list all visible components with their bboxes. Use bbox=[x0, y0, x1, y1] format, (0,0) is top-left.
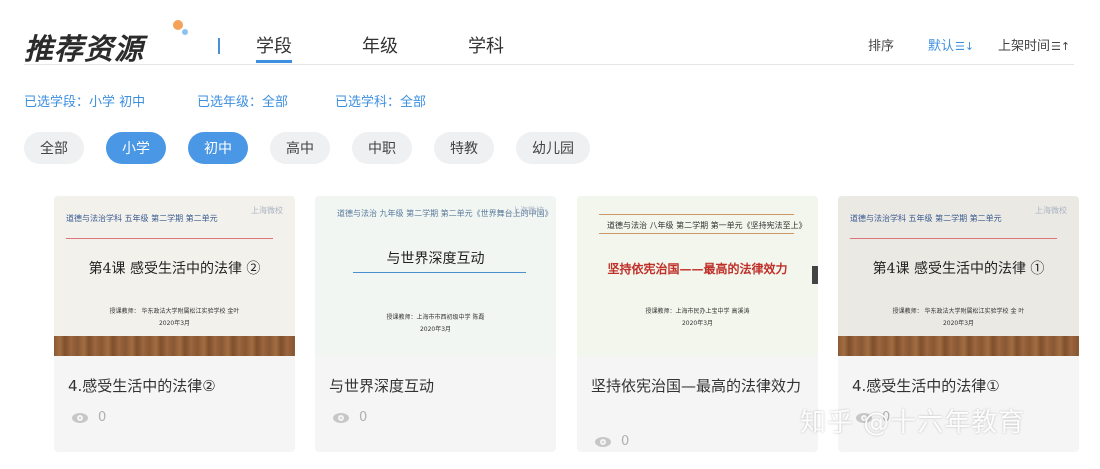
title-decoration-dot-small bbox=[182, 29, 188, 35]
resource-title[interactable]: 4.感受生活中的法律① bbox=[852, 374, 1067, 398]
thumbnail-lesson-title: 第4课 感受生活中的法律 ① bbox=[872, 261, 1045, 277]
sort-default-label: 默认 bbox=[928, 39, 955, 54]
eye-icon bbox=[333, 412, 349, 423]
thumbnail-wood-floor bbox=[54, 336, 295, 356]
thumbnail-lesson-title: 与世界深度互动 bbox=[386, 251, 485, 267]
thumbnail-date: 2020年3月 bbox=[681, 320, 714, 327]
thumbnail-header: 道德与法治学科 五年级 第二学期 第二单元 bbox=[850, 214, 1002, 223]
filter-pill-all[interactable]: 全部 bbox=[24, 132, 84, 164]
carousel-next-arrow[interactable] bbox=[812, 266, 818, 284]
resource-title[interactable]: 与世界深度互动 bbox=[329, 374, 544, 398]
zhihu-watermark: 知乎 @十六年教育 bbox=[800, 408, 1026, 438]
selected-grade-text: 已选年级：全部 bbox=[197, 95, 289, 110]
filter-pill-vocational[interactable]: 中职 bbox=[352, 132, 412, 164]
thumbnail-teacher: 授课教师： 华东政法大学附属松江实验学校 金 叶 bbox=[892, 308, 1025, 315]
tab-grade[interactable]: 年级 bbox=[362, 32, 398, 58]
resource-card[interactable]: 道德与法治 八年级 第二学期 第一单元《坚持宪法至上》 坚持依宪治国——最高的法… bbox=[577, 196, 818, 452]
resource-card[interactable]: 道德与法治学科 五年级 第二学期 第二单元 上海微校 第4课 感受生活中的法律 … bbox=[54, 196, 295, 452]
thumbnail-divider bbox=[66, 238, 273, 239]
thumbnail-watermark: 上海微校 bbox=[251, 206, 283, 215]
sort-time-button[interactable]: 上架时间☰↑ bbox=[998, 35, 1070, 54]
resource-thumbnail[interactable]: 道德与法治学科 五年级 第二学期 第二单元 上海微校 第4课 感受生活中的法律 … bbox=[54, 196, 295, 356]
filter-pill-junior[interactable]: 初中 bbox=[188, 132, 248, 164]
sort-asc-icon: ☰↑ bbox=[1051, 40, 1071, 53]
active-tab-indicator bbox=[256, 60, 292, 63]
thumbnail-header: 道德与法治学科 五年级 第二学期 第二单元 bbox=[66, 214, 218, 223]
selected-stage-text: 已选学段：小学 初中 bbox=[24, 95, 146, 110]
eye-icon bbox=[595, 436, 611, 447]
filter-pill-primary[interactable]: 小学 bbox=[106, 132, 166, 164]
thumbnail-teacher: 授课教师：上海市市西初级中学 陈磊 bbox=[386, 314, 485, 321]
view-count: 0 bbox=[72, 410, 106, 425]
thumbnail-date: 2020年3月 bbox=[158, 320, 191, 327]
filter-pill-special[interactable]: 特教 bbox=[434, 132, 494, 164]
resource-card[interactable]: 道德与法治 九年级 第二学期 第二单元《世界舞台上的中国》 上海微校 与世界深度… bbox=[315, 196, 556, 452]
resource-thumbnail[interactable]: 道德与法治学科 五年级 第二学期 第二单元 上海微校 第4课 感受生活中的法律 … bbox=[838, 196, 1079, 356]
thumbnail-watermark: 上海微校 bbox=[512, 206, 544, 215]
resource-title[interactable]: 坚持依宪治国—最高的法律效力 bbox=[591, 374, 806, 398]
title-decoration-dot bbox=[173, 20, 183, 30]
thumbnail-lesson-title: 坚持依宪治国——最高的法律效力 bbox=[607, 262, 788, 276]
view-count: 0 bbox=[595, 434, 629, 449]
thumbnail-date: 2020年3月 bbox=[419, 326, 452, 333]
view-count: 0 bbox=[333, 410, 367, 425]
sort-label: 排序 bbox=[868, 39, 895, 54]
thumbnail-divider bbox=[353, 272, 526, 273]
tab-stage[interactable]: 学段 bbox=[256, 32, 292, 58]
title-separator bbox=[218, 38, 220, 54]
thumbnail-date: 2020年3月 bbox=[942, 320, 975, 327]
resource-thumbnail[interactable]: 道德与法治 八年级 第二学期 第一单元《坚持宪法至上》 坚持依宪治国——最高的法… bbox=[577, 196, 818, 356]
page-title: 推荐资源 bbox=[24, 32, 145, 66]
sort-desc-icon: ☰↓ bbox=[955, 40, 975, 53]
thumbnail-teacher: 授课教师：上海市民办上宝中学 高溪涛 bbox=[645, 308, 750, 315]
thumbnail-lesson-title: 第4课 感受生活中的法律 ② bbox=[88, 261, 261, 277]
thumbnail-header: 道德与法治 八年级 第二学期 第一单元《坚持宪法至上》 bbox=[607, 221, 807, 230]
thumbnail-divider bbox=[850, 238, 1057, 239]
filter-pill-senior[interactable]: 高中 bbox=[270, 132, 330, 164]
eye-icon bbox=[72, 412, 88, 423]
tab-subject[interactable]: 学科 bbox=[468, 32, 504, 58]
sort-default-button[interactable]: 默认☰↓ bbox=[928, 35, 974, 54]
resource-title[interactable]: 4.感受生活中的法律② bbox=[68, 374, 283, 398]
resource-thumbnail[interactable]: 道德与法治 九年级 第二学期 第二单元《世界舞台上的中国》 上海微校 与世界深度… bbox=[315, 196, 556, 356]
thumbnail-wood-floor bbox=[838, 336, 1079, 356]
thumbnail-teacher: 授课教师： 华东政法大学附属松江实验学校 金叶 bbox=[109, 308, 240, 315]
view-count-value: 0 bbox=[359, 410, 368, 425]
view-count-value: 0 bbox=[621, 434, 630, 449]
header-divider bbox=[24, 64, 1074, 65]
selected-subject-text: 已选学科：全部 bbox=[335, 95, 427, 110]
sort-time-label: 上架时间 bbox=[998, 39, 1051, 54]
filter-pill-kindergarten[interactable]: 幼儿园 bbox=[516, 132, 590, 164]
view-count-value: 0 bbox=[98, 410, 107, 425]
thumbnail-watermark: 上海微校 bbox=[1035, 206, 1067, 215]
